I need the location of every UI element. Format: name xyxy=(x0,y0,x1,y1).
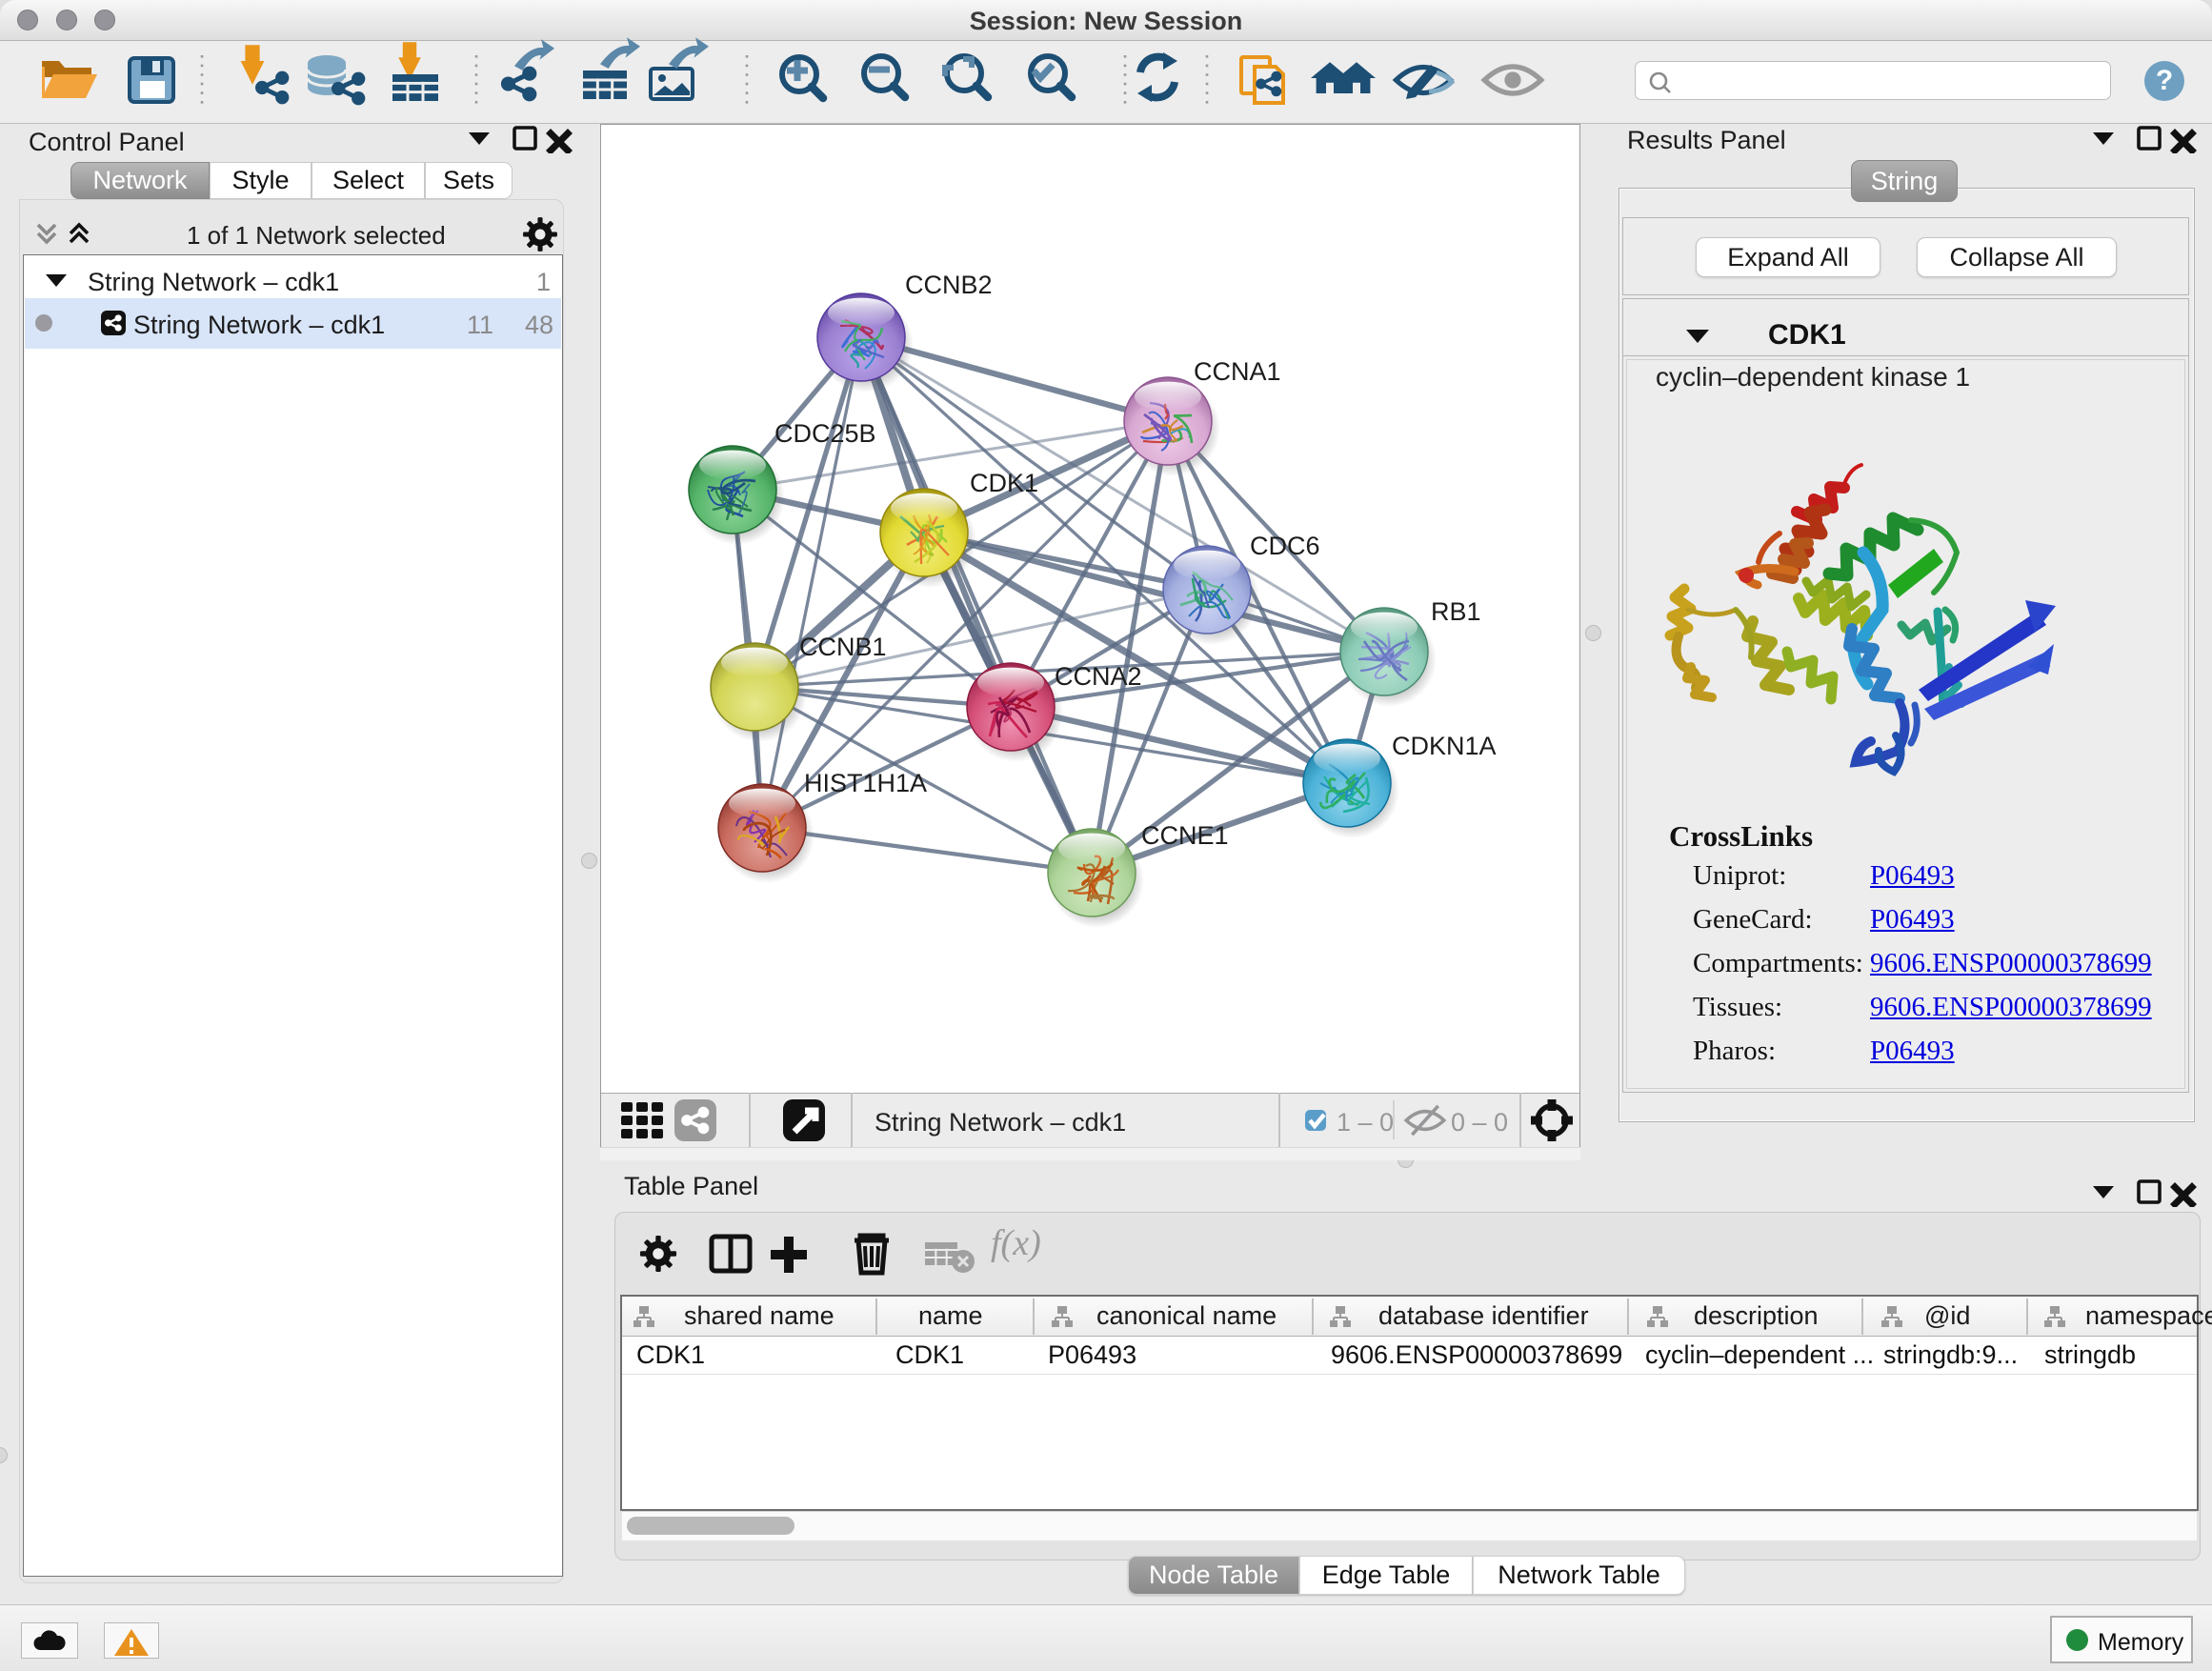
svg-text:CCNE1: CCNE1 xyxy=(1141,821,1229,850)
svg-text:CDKN1A: CDKN1A xyxy=(1392,732,1497,760)
svg-text:CCNB2: CCNB2 xyxy=(905,271,993,299)
svg-text:CCNB1: CCNB1 xyxy=(799,633,887,661)
svg-text:CCNA1: CCNA1 xyxy=(1194,357,1281,386)
svg-text:CCNA2: CCNA2 xyxy=(1055,662,1142,691)
svg-text:HIST1H1A: HIST1H1A xyxy=(804,769,927,797)
svg-text:CDK1: CDK1 xyxy=(970,469,1038,497)
svg-text:CDC25B: CDC25B xyxy=(774,419,876,448)
svg-text:CDC6: CDC6 xyxy=(1250,532,1320,560)
svg-text:RB1: RB1 xyxy=(1431,597,1481,626)
